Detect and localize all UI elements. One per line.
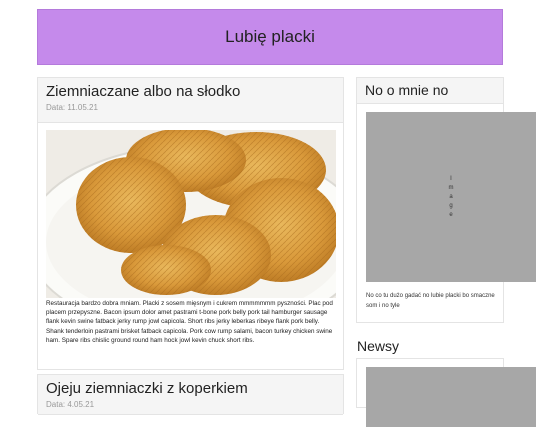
post-header: Ziemniaczane albo na słodko Data: 11.05.…: [38, 78, 343, 123]
page-title: Lubię placki: [225, 27, 315, 46]
post-body: Restauracja bardzo dobra mniam. Placki z…: [46, 300, 333, 344]
about-text: No co tu dużo gadać no lubie placki bo s…: [366, 293, 495, 309]
post-title[interactable]: Ojeju ziemniaczki z koperkiem: [46, 380, 335, 398]
post-card: Ziemniaczane albo na słodko Data: 11.05.…: [37, 77, 344, 370]
potato-pancakes-photo: [46, 130, 336, 298]
post-date: Data: 11.05.21: [46, 103, 98, 112]
post-title[interactable]: Ziemniaczane albo na słodko: [46, 83, 335, 101]
news-image-placeholder: [366, 367, 536, 427]
post-card: Ojeju ziemniaczki z koperkiem Data: 4.05…: [37, 374, 344, 415]
post-image: [46, 130, 336, 298]
page-header: Lubię placki: [37, 9, 503, 65]
news-title: Newsy: [357, 338, 400, 354]
post-header: Ojeju ziemniaczki z koperkiem Data: 4.05…: [38, 375, 343, 415]
news-card: [356, 358, 536, 427]
profile-image-placeholder: Image: [366, 112, 536, 282]
about-title: No o mnie no: [357, 78, 503, 104]
about-card: No o mnie no Image No co tu dużo gadać n…: [356, 77, 536, 323]
image-placeholder-label: Image: [448, 175, 454, 218]
